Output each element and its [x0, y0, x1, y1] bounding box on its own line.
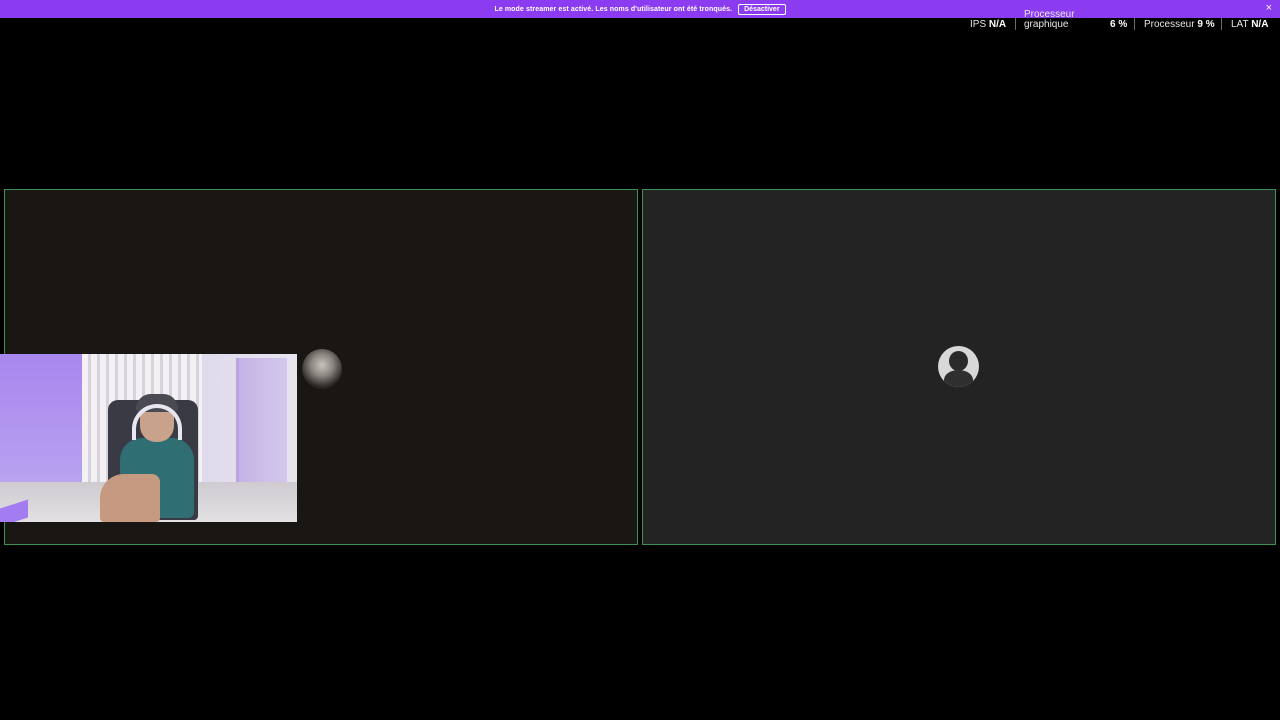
fps-value: N/A: [988, 19, 1007, 30]
fps-label: IPS: [970, 19, 987, 30]
webcam-door: [236, 358, 287, 490]
latency-label: LAT: [1231, 19, 1249, 30]
default-user-avatar-icon: [938, 346, 979, 387]
streamer-mode-banner: Le mode streamer est activé. Les noms d'…: [0, 0, 1280, 18]
latency-value: N/A: [1251, 19, 1269, 30]
avatar-head-shape: [949, 351, 968, 371]
latency-stat: LAT N/A: [1231, 19, 1268, 30]
overlay-divider: [1134, 18, 1135, 30]
overlay-divider: [1015, 18, 1016, 30]
webcam-preview[interactable]: [0, 354, 297, 522]
gpu-value: 6 %: [1110, 19, 1128, 30]
cpu-value: 9 %: [1197, 19, 1215, 30]
avatar-body-shape: [944, 370, 973, 387]
streamer-mode-message: Le mode streamer est activé. Les noms d'…: [494, 5, 733, 13]
webcam-person-legs: [100, 474, 160, 522]
fps-stat: IPS N/A: [970, 19, 1006, 30]
close-icon[interactable]: ×: [1266, 2, 1272, 14]
user-avatar-icon: [302, 349, 342, 389]
performance-overlay: IPS N/A Processeur graphique 6 % Process…: [0, 9, 1280, 32]
gpu-label-line2: graphique: [1024, 19, 1069, 30]
cpu-label: Processeur: [1144, 19, 1195, 30]
cpu-stat: Processeur 9 %: [1144, 19, 1215, 30]
overlay-divider: [1221, 18, 1222, 30]
disable-streamer-mode-button[interactable]: Désactiver: [738, 3, 786, 15]
